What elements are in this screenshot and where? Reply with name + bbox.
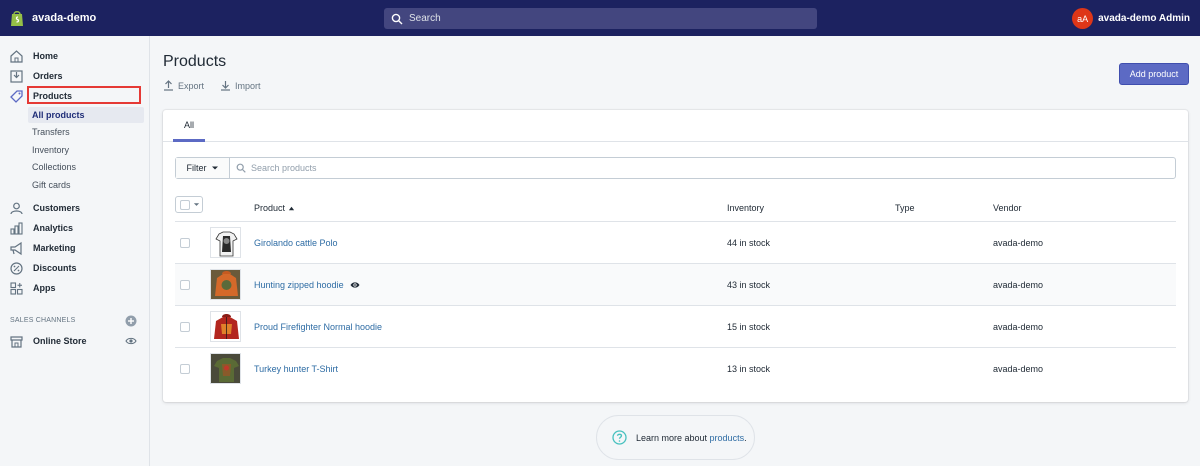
- account-name: avada-demo Admin: [1098, 13, 1190, 24]
- store-name: avada-demo: [32, 12, 97, 24]
- table-row[interactable]: Proud Firefighter Normal hoodie 15 in st…: [175, 306, 1176, 348]
- shirt-image: [215, 231, 238, 257]
- sales-channels-title: SALES CHANNELS: [10, 317, 76, 324]
- search-icon: [391, 13, 403, 24]
- import-label: Import: [235, 80, 261, 91]
- table-row[interactable]: Turkey hunter T-Shirt 13 in stock avada-…: [175, 348, 1176, 390]
- sidebar-subitem-all-products[interactable]: All products: [28, 107, 144, 123]
- add-product-button[interactable]: Add product: [1119, 63, 1189, 85]
- product-name-link[interactable]: Proud Firefighter Normal hoodie: [254, 306, 382, 348]
- products-card: All Filter Search products Product Inven…: [163, 110, 1188, 402]
- select-all-dropdown[interactable]: [175, 196, 203, 213]
- row-checkbox[interactable]: [180, 364, 190, 374]
- help-icon: [612, 430, 627, 445]
- filter-label: Filter: [186, 163, 207, 173]
- sidebar-item-customers[interactable]: Customers: [0, 199, 150, 217]
- search-placeholder: Search: [409, 13, 441, 24]
- filter-bar: Filter Search products: [175, 157, 1176, 179]
- column-type[interactable]: Type: [895, 194, 915, 222]
- products-help-link[interactable]: products: [710, 433, 745, 443]
- export-button[interactable]: Export: [163, 80, 204, 91]
- export-label: Export: [178, 80, 205, 91]
- sort-ascending-icon: [288, 206, 295, 210]
- caret-down-icon: [211, 166, 218, 170]
- row-checkbox[interactable]: [180, 280, 190, 290]
- sidebar-subitem-collections[interactable]: Collections: [28, 159, 144, 175]
- home-icon: [10, 49, 23, 63]
- discount-icon: [10, 261, 23, 275]
- product-inventory: 13 in stock: [727, 364, 771, 374]
- customers-icon: [10, 202, 23, 214]
- sidebar-item-analytics[interactable]: Analytics: [0, 219, 150, 237]
- column-product[interactable]: Product: [254, 194, 295, 222]
- sidebar-item-discounts[interactable]: Discounts: [0, 259, 150, 277]
- search-icon: [236, 163, 246, 173]
- product-vendor: avada-demo: [993, 238, 1044, 248]
- column-vendor[interactable]: Vendor: [993, 194, 1022, 222]
- hoodie-image: [211, 270, 240, 299]
- apps-icon: [10, 281, 23, 295]
- sidebar: Home Orders Products All products Transf…: [0, 36, 150, 466]
- table-row[interactable]: Girolando cattle Polo 44 in stock avada-…: [175, 222, 1176, 264]
- eye-icon[interactable]: [125, 335, 137, 347]
- page-actions: Export Import: [163, 80, 277, 91]
- product-vendor: avada-demo: [993, 322, 1044, 332]
- global-search-input[interactable]: Search: [384, 8, 817, 29]
- product-thumbnail[interactable]: [210, 269, 241, 300]
- learn-more-text: Learn more about products.: [636, 432, 747, 443]
- orders-icon: [10, 69, 23, 83]
- tab-all[interactable]: All: [173, 110, 205, 142]
- caret-down-icon: [193, 203, 200, 206]
- tshirt-image: [211, 354, 240, 383]
- select-all-checkbox[interactable]: [180, 199, 190, 210]
- column-inventory[interactable]: Inventory: [727, 194, 764, 222]
- sidebar-item-marketing[interactable]: Marketing: [0, 239, 150, 257]
- filter-button[interactable]: Filter: [176, 158, 230, 178]
- product-search-input[interactable]: Search products: [230, 158, 1175, 178]
- product-vendor: avada-demo: [993, 280, 1044, 290]
- sidebar-subitem-gift-cards[interactable]: Gift cards: [28, 177, 144, 193]
- analytics-icon: [10, 221, 23, 235]
- sidebar-subitem-transfers[interactable]: Transfers: [28, 124, 144, 140]
- megaphone-icon: [10, 241, 22, 255]
- product-thumbnail[interactable]: [210, 311, 241, 342]
- table-header: Product Inventory Type Vendor: [175, 194, 1176, 222]
- import-icon: [221, 81, 231, 91]
- row-checkbox[interactable]: [180, 322, 190, 332]
- product-thumbnail[interactable]: [210, 227, 241, 258]
- shopify-bag-icon: [11, 10, 23, 26]
- eye-icon[interactable]: [350, 280, 360, 290]
- product-vendor: avada-demo: [993, 364, 1044, 374]
- hoodie-image: [214, 314, 239, 339]
- sidebar-item-orders[interactable]: Orders: [0, 67, 150, 85]
- product-inventory: 44 in stock: [727, 238, 771, 248]
- sidebar-item-home[interactable]: Home: [0, 47, 150, 65]
- tabs: All: [163, 110, 1188, 142]
- store-icon: [10, 335, 23, 348]
- product-inventory: 15 in stock: [727, 322, 771, 332]
- product-name-link[interactable]: Hunting zipped hoodie: [254, 264, 360, 306]
- top-bar: avada-demo Search aA avada-demo Admin: [0, 0, 1200, 36]
- product-inventory: 43 in stock: [727, 280, 771, 290]
- import-button[interactable]: Import: [220, 80, 261, 91]
- account-menu[interactable]: aA avada-demo Admin: [1072, 8, 1190, 29]
- avatar: aA: [1072, 8, 1094, 29]
- product-name-link[interactable]: Turkey hunter T-Shirt: [254, 348, 338, 390]
- product-name-link[interactable]: Girolando cattle Polo: [254, 222, 338, 264]
- row-checkbox[interactable]: [180, 238, 190, 248]
- tag-icon: [10, 89, 23, 103]
- learn-more-banner: Learn more about products.: [596, 415, 755, 460]
- sidebar-item-apps[interactable]: Apps: [0, 279, 150, 297]
- products-highlight-box: [27, 86, 141, 104]
- search-placeholder: Search products: [251, 163, 317, 173]
- product-thumbnail[interactable]: [210, 353, 241, 384]
- sidebar-subitem-inventory[interactable]: Inventory: [28, 142, 144, 158]
- store-brand[interactable]: avada-demo: [0, 10, 150, 27]
- page-title: Products: [163, 53, 227, 70]
- export-icon: [164, 80, 173, 91]
- table-row[interactable]: Hunting zipped hoodie 43 in stock avada-…: [175, 264, 1176, 306]
- add-sales-channel-icon[interactable]: [125, 315, 137, 327]
